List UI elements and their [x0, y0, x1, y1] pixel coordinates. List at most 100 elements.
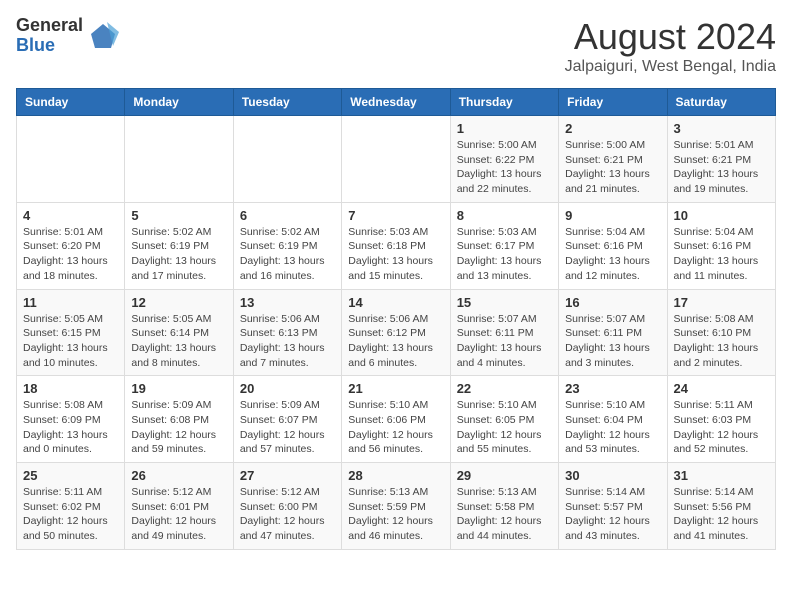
day-info: Sunrise: 5:05 AMSunset: 6:15 PMDaylight:… [23, 312, 118, 371]
calendar-body: 1 Sunrise: 5:00 AMSunset: 6:22 PMDaylight… [17, 116, 776, 550]
day-info: Sunrise: 5:13 AMSunset: 5:58 PMDaylight:… [457, 485, 552, 544]
calendar-week-row: 18 Sunrise: 5:08 AMSunset: 6:09 PMDayligh… [17, 376, 776, 463]
calendar-cell: 31 Sunrise: 5:14 AMSunset: 5:56 PMDayligh… [667, 463, 775, 550]
calendar-cell: 23Sunrise: 5:10 AMSunset: 6:04 PMDayligh… [559, 376, 667, 463]
calendar-table: SundayMondayTuesdayWednesdayThursdayFrid… [16, 88, 776, 550]
calendar-cell: 29 Sunrise: 5:13 AMSunset: 5:58 PMDayligh… [450, 463, 558, 550]
day-number: 31 [674, 468, 769, 483]
day-number: 2 [565, 121, 660, 136]
calendar-cell: 26 Sunrise: 5:12 AMSunset: 6:01 PMDayligh… [125, 463, 233, 550]
day-info: Sunrise: 5:04 AMSunset: 6:16 PMDaylight:… [565, 225, 660, 284]
logo-general-text: General [16, 16, 83, 36]
calendar-cell: 9Sunrise: 5:04 AMSunset: 6:16 PMDaylight… [559, 202, 667, 289]
day-number: 24 [674, 381, 769, 396]
day-info: Sunrise: 5:00 AMSunset: 6:22 PMDaylight:… [457, 138, 552, 197]
calendar-cell: 11 Sunrise: 5:05 AMSunset: 6:15 PMDayligh… [17, 289, 125, 376]
day-number: 13 [240, 295, 335, 310]
calendar-cell [125, 116, 233, 203]
calendar-cell: 22Sunrise: 5:10 AMSunset: 6:05 PMDayligh… [450, 376, 558, 463]
day-number: 8 [457, 208, 552, 223]
day-number: 22 [457, 381, 552, 396]
day-info: Sunrise: 5:09 AMSunset: 6:08 PMDaylight:… [131, 398, 226, 457]
day-number: 14 [348, 295, 443, 310]
day-info: Sunrise: 5:07 AMSunset: 6:11 PMDaylight:… [457, 312, 552, 371]
day-number: 23 [565, 381, 660, 396]
subtitle: Jalpaiguri, West Bengal, India [565, 58, 776, 76]
calendar-cell: 18 Sunrise: 5:08 AMSunset: 6:09 PMDayligh… [17, 376, 125, 463]
calendar-cell: 16Sunrise: 5:07 AMSunset: 6:11 PMDayligh… [559, 289, 667, 376]
day-info: Sunrise: 5:03 AMSunset: 6:18 PMDaylight:… [348, 225, 443, 284]
calendar-cell: 6 Sunrise: 5:02 AMSunset: 6:19 PMDaylight… [233, 202, 341, 289]
calendar-cell: 19Sunrise: 5:09 AMSunset: 6:08 PMDayligh… [125, 376, 233, 463]
day-info: Sunrise: 5:06 AMSunset: 6:13 PMDaylight:… [240, 312, 335, 371]
day-info: Sunrise: 5:09 AMSunset: 6:07 PMDaylight:… [240, 398, 335, 457]
day-info: Sunrise: 5:11 AMSunset: 6:03 PMDaylight:… [674, 398, 769, 457]
calendar-week-row: 1 Sunrise: 5:00 AMSunset: 6:22 PMDaylight… [17, 116, 776, 203]
weekday-header-tuesday: Tuesday [233, 89, 341, 116]
day-info: Sunrise: 5:13 AMSunset: 5:59 PMDaylight:… [348, 485, 443, 544]
day-info: Sunrise: 5:00 AMSunset: 6:21 PMDaylight:… [565, 138, 660, 197]
logo: General Blue [16, 16, 119, 56]
calendar-cell: 13 Sunrise: 5:06 AMSunset: 6:13 PMDayligh… [233, 289, 341, 376]
page-header: General Blue August 2024 Jalpaiguri, Wes… [16, 16, 776, 76]
calendar-cell: 12 Sunrise: 5:05 AMSunset: 6:14 PMDayligh… [125, 289, 233, 376]
day-info: Sunrise: 5:02 AMSunset: 6:19 PMDaylight:… [240, 225, 335, 284]
day-number: 18 [23, 381, 118, 396]
calendar-week-row: 11 Sunrise: 5:05 AMSunset: 6:15 PMDayligh… [17, 289, 776, 376]
day-info: Sunrise: 5:12 AMSunset: 6:01 PMDaylight:… [131, 485, 226, 544]
day-info: Sunrise: 5:11 AMSunset: 6:02 PMDaylight:… [23, 485, 118, 544]
day-info: Sunrise: 5:01 AMSunset: 6:21 PMDaylight:… [674, 138, 769, 197]
calendar-cell: 10Sunrise: 5:04 AMSunset: 6:16 PMDayligh… [667, 202, 775, 289]
calendar-week-row: 25Sunrise: 5:11 AMSunset: 6:02 PMDayligh… [17, 463, 776, 550]
calendar-cell [342, 116, 450, 203]
calendar-cell [17, 116, 125, 203]
day-info: Sunrise: 5:08 AMSunset: 6:10 PMDaylight:… [674, 312, 769, 371]
weekday-header-monday: Monday [125, 89, 233, 116]
day-number: 7 [348, 208, 443, 223]
day-info: Sunrise: 5:05 AMSunset: 6:14 PMDaylight:… [131, 312, 226, 371]
day-info: Sunrise: 5:12 AMSunset: 6:00 PMDaylight:… [240, 485, 335, 544]
day-number: 17 [674, 295, 769, 310]
day-number: 1 [457, 121, 552, 136]
day-number: 11 [23, 295, 118, 310]
day-info: Sunrise: 5:01 AMSunset: 6:20 PMDaylight:… [23, 225, 118, 284]
day-info: Sunrise: 5:08 AMSunset: 6:09 PMDaylight:… [23, 398, 118, 457]
day-number: 16 [565, 295, 660, 310]
calendar-cell: 25Sunrise: 5:11 AMSunset: 6:02 PMDayligh… [17, 463, 125, 550]
calendar-cell: 2 Sunrise: 5:00 AMSunset: 6:21 PMDaylight… [559, 116, 667, 203]
logo-icon [87, 20, 119, 52]
day-number: 27 [240, 468, 335, 483]
title-area: August 2024 Jalpaiguri, West Bengal, Ind… [565, 16, 776, 76]
calendar-cell [233, 116, 341, 203]
day-number: 6 [240, 208, 335, 223]
day-number: 26 [131, 468, 226, 483]
calendar-cell: 28 Sunrise: 5:13 AMSunset: 5:59 PMDayligh… [342, 463, 450, 550]
weekday-header-friday: Friday [559, 89, 667, 116]
weekday-header-saturday: Saturday [667, 89, 775, 116]
calendar-cell: 5Sunrise: 5:02 AMSunset: 6:19 PMDaylight… [125, 202, 233, 289]
day-number: 30 [565, 468, 660, 483]
calendar-cell: 30 Sunrise: 5:14 AMSunset: 5:57 PMDayligh… [559, 463, 667, 550]
calendar-week-row: 4Sunrise: 5:01 AMSunset: 6:20 PMDaylight… [17, 202, 776, 289]
day-number: 12 [131, 295, 226, 310]
weekday-header-sunday: Sunday [17, 89, 125, 116]
calendar-cell: 17 Sunrise: 5:08 AMSunset: 6:10 PMDayligh… [667, 289, 775, 376]
day-number: 15 [457, 295, 552, 310]
calendar-cell: 20Sunrise: 5:09 AMSunset: 6:07 PMDayligh… [233, 376, 341, 463]
calendar-cell: 24 Sunrise: 5:11 AMSunset: 6:03 PMDayligh… [667, 376, 775, 463]
calendar-cell: 4Sunrise: 5:01 AMSunset: 6:20 PMDaylight… [17, 202, 125, 289]
day-info: Sunrise: 5:06 AMSunset: 6:12 PMDaylight:… [348, 312, 443, 371]
day-info: Sunrise: 5:14 AMSunset: 5:57 PMDaylight:… [565, 485, 660, 544]
day-number: 21 [348, 381, 443, 396]
calendar-cell: 8Sunrise: 5:03 AMSunset: 6:17 PMDaylight… [450, 202, 558, 289]
day-number: 29 [457, 468, 552, 483]
weekday-header-row: SundayMondayTuesdayWednesdayThursdayFrid… [17, 89, 776, 116]
day-number: 28 [348, 468, 443, 483]
calendar-cell: 1 Sunrise: 5:00 AMSunset: 6:22 PMDaylight… [450, 116, 558, 203]
day-info: Sunrise: 5:02 AMSunset: 6:19 PMDaylight:… [131, 225, 226, 284]
calendar-cell: 7 Sunrise: 5:03 AMSunset: 6:18 PMDaylight… [342, 202, 450, 289]
logo-blue-text: Blue [16, 36, 83, 56]
day-info: Sunrise: 5:14 AMSunset: 5:56 PMDaylight:… [674, 485, 769, 544]
calendar-header: SundayMondayTuesdayWednesdayThursdayFrid… [17, 89, 776, 116]
day-number: 3 [674, 121, 769, 136]
